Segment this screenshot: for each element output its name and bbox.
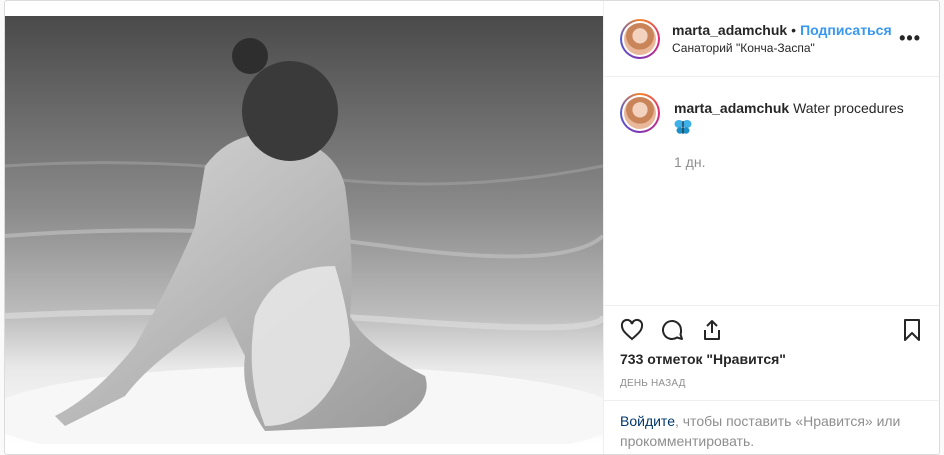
author-username[interactable]: marta_adamchuk <box>672 22 787 38</box>
caption-avatar[interactable] <box>620 93 660 133</box>
actions-area: 733 отметок "Нравится" ДЕНЬ НАЗАД <box>604 305 939 389</box>
post-sidebar: marta_adamchuk • Подписаться Санаторий "Ко… <box>603 1 939 454</box>
caption-time[interactable]: 1 дн. <box>674 153 904 171</box>
post-header: marta_adamchuk • Подписаться Санаторий "Ко… <box>604 1 939 77</box>
post-date[interactable]: ДЕНЬ НАЗАД <box>620 378 924 389</box>
instagram-post-embed: marta_adamchuk • Подписаться Санаторий "Ко… <box>4 0 940 455</box>
separator-dot: • <box>791 21 797 38</box>
more-options-icon[interactable]: ••• <box>899 29 921 47</box>
comments-section: marta_adamchuk Water procedures 1 дн. <box>604 77 939 305</box>
author-info: marta_adamchuk • Подписаться Санаторий "Ко… <box>672 21 892 57</box>
comment-icon[interactable] <box>660 318 684 342</box>
login-link[interactable]: Войдите <box>620 413 675 429</box>
caption-content: Water procedures <box>793 100 904 116</box>
login-prompt: Войдите, чтобы поставить «Нравится» или … <box>604 400 939 454</box>
bookmark-icon[interactable] <box>900 318 924 342</box>
caption-text: marta_adamchuk Water procedures <box>674 99 904 117</box>
post-photo[interactable] <box>5 16 603 444</box>
caption-comment: marta_adamchuk Water procedures 1 дн. <box>620 93 923 171</box>
photo-illustration <box>5 16 603 444</box>
action-bar <box>620 306 924 354</box>
caption-username[interactable]: marta_adamchuk <box>674 100 789 116</box>
follow-button[interactable]: Подписаться <box>800 22 892 38</box>
share-icon[interactable] <box>700 318 724 342</box>
butterfly-icon <box>674 119 692 139</box>
author-avatar[interactable] <box>620 18 660 59</box>
post-location[interactable]: Санаторий "Конча-Заспа" <box>672 39 892 57</box>
like-heart-icon[interactable] <box>620 318 644 342</box>
